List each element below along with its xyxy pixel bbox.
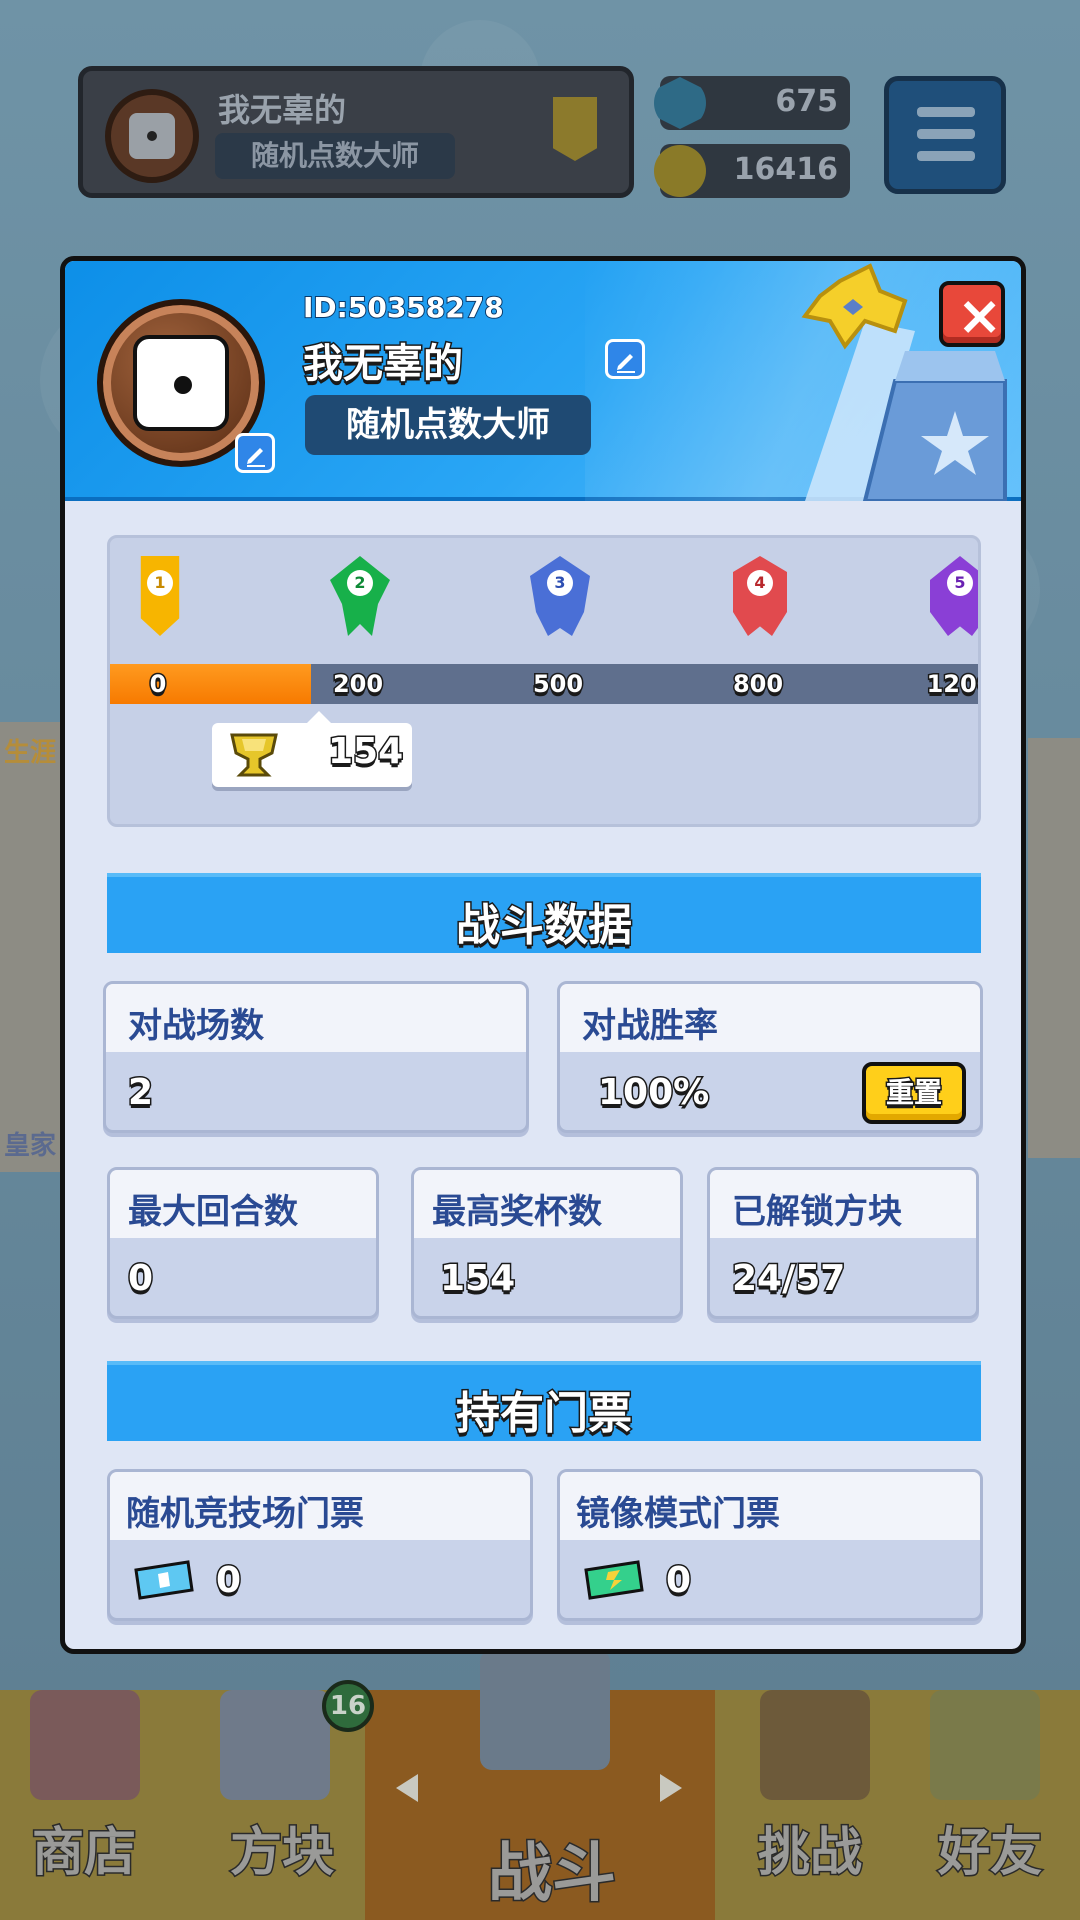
road-tick-200: 200 bbox=[331, 669, 384, 700]
rank-5-ribbon-icon: 5 bbox=[930, 556, 978, 636]
max-rounds-card: 最大回合数 0 bbox=[107, 1167, 379, 1319]
coin-value: 16416 bbox=[733, 152, 838, 187]
close-button[interactable]: × bbox=[939, 281, 1005, 347]
coin-icon bbox=[654, 145, 706, 197]
royal-tab-label: 皇家 bbox=[4, 1131, 57, 1161]
pencil-icon bbox=[617, 354, 635, 373]
unlocked-blocks-label: 已解锁方块 bbox=[732, 1192, 902, 1232]
arena-ticket-label: 随机竞技场门票 bbox=[126, 1494, 364, 1534]
nav-challenge-label[interactable]: 挑战 bbox=[756, 1810, 863, 1885]
arena-ticket-icon bbox=[134, 1560, 194, 1600]
battle-stats-title: 战斗数据 bbox=[455, 899, 634, 953]
pencil-icon bbox=[247, 448, 265, 467]
gem-icon bbox=[654, 77, 706, 129]
block-icon[interactable] bbox=[220, 1690, 330, 1800]
right-side-panel bbox=[1028, 738, 1080, 1158]
top-player-card[interactable]: 我无辜的 随机点数大师 bbox=[78, 66, 634, 198]
battle-stats-header: 战斗数据 bbox=[107, 873, 981, 953]
nav-right-arrow[interactable] bbox=[660, 1774, 682, 1802]
player-id: ID:50358278 bbox=[302, 290, 505, 325]
challenge-icon[interactable] bbox=[760, 1690, 870, 1800]
road-tick-500: 500 bbox=[531, 669, 584, 700]
road-tick-1200: 1200 bbox=[925, 669, 978, 700]
profile-header: ID:50358278 我无辜的 随机点数大师 × bbox=[65, 261, 1021, 501]
arena-ticket-value: 0 bbox=[214, 1559, 242, 1603]
battle-icon[interactable] bbox=[480, 1650, 610, 1770]
max-trophies-label: 最高奖杯数 bbox=[432, 1192, 602, 1232]
road-tick-800: 800 bbox=[731, 669, 784, 700]
mirror-ticket-card: 镜像模式门票 0 bbox=[557, 1469, 983, 1621]
mirror-ticket-icon bbox=[584, 1560, 644, 1600]
edit-avatar-button[interactable] bbox=[235, 433, 275, 473]
arena-ticket-card: 随机竞技场门票 0 bbox=[107, 1469, 533, 1621]
current-trophies-pill: 154 bbox=[212, 711, 412, 787]
gem-counter[interactable]: 675 bbox=[654, 76, 850, 130]
nav-battle-label[interactable]: 战斗 bbox=[487, 1822, 618, 1914]
nav-friends-label[interactable]: 好友 bbox=[936, 1810, 1043, 1885]
player-name: 我无辜的 bbox=[302, 340, 465, 389]
close-icon: × bbox=[957, 284, 1003, 347]
trophy-road: 1 2 3 4 5 0 200 500 800 1200 bbox=[107, 535, 981, 827]
matches-value: 2 bbox=[126, 1071, 154, 1115]
max-rounds-label: 最大回合数 bbox=[128, 1192, 298, 1232]
max-trophies-card: 最高奖杯数 154 bbox=[411, 1167, 683, 1319]
friends-icon[interactable] bbox=[930, 1690, 1040, 1800]
top-avatar bbox=[105, 89, 199, 183]
block-count-badge: 16 bbox=[322, 1680, 374, 1732]
rank-4-ribbon-icon: 4 bbox=[730, 556, 790, 636]
trophy-icon bbox=[230, 733, 278, 777]
top-player-title: 随机点数大师 bbox=[215, 133, 455, 179]
career-tab-label: 生涯 bbox=[4, 738, 57, 768]
mirror-ticket-label: 镜像模式门票 bbox=[576, 1494, 780, 1534]
trophy-progress-bar: 0 200 500 800 1200 bbox=[110, 664, 978, 704]
rank-3-ribbon-icon: 3 bbox=[530, 556, 590, 636]
nav-shop-label[interactable]: 商店 bbox=[30, 1810, 137, 1885]
nav-left-arrow[interactable] bbox=[396, 1774, 418, 1802]
player-title-badge[interactable]: 随机点数大师 bbox=[305, 395, 591, 455]
trophy-progress-fill bbox=[110, 664, 311, 704]
dice-icon bbox=[133, 335, 229, 431]
matches-card: 对战场数 2 bbox=[103, 981, 529, 1133]
coin-counter[interactable]: 16416 bbox=[654, 144, 850, 198]
reset-label: 重置 bbox=[884, 1075, 943, 1111]
road-tick-0: 0 bbox=[148, 669, 168, 700]
shop-icon[interactable] bbox=[30, 1690, 140, 1800]
tickets-title: 持有门票 bbox=[455, 1387, 634, 1441]
winrate-card: 对战胜率 100% 重置 bbox=[557, 981, 983, 1133]
rank-2-ribbon-icon: 2 bbox=[330, 556, 390, 636]
rank-1-ribbon-icon: 1 bbox=[130, 556, 190, 636]
matches-label: 对战场数 bbox=[128, 1006, 264, 1046]
profile-dialog: ID:50358278 我无辜的 随机点数大师 × 1 2 3 4 5 0 20… bbox=[60, 256, 1026, 1654]
rank-ribbon-icon bbox=[553, 97, 597, 161]
winrate-value: 100% bbox=[596, 1071, 710, 1115]
max-rounds-value: 0 bbox=[126, 1257, 154, 1301]
winrate-label: 对战胜率 bbox=[582, 1006, 718, 1046]
top-player-name: 我无辜的 bbox=[218, 91, 347, 129]
nav-blocks-label[interactable]: 方块 bbox=[228, 1810, 335, 1885]
mirror-ticket-value: 0 bbox=[664, 1559, 692, 1603]
max-trophies-value: 154 bbox=[438, 1257, 516, 1301]
current-trophies-value: 154 bbox=[326, 730, 404, 774]
unlocked-blocks-card: 已解锁方块 24/57 bbox=[707, 1167, 979, 1319]
menu-button[interactable] bbox=[884, 76, 1006, 194]
reset-button[interactable]: 重置 bbox=[862, 1062, 966, 1124]
edit-name-button[interactable] bbox=[605, 339, 645, 379]
unlocked-blocks-value: 24/57 bbox=[730, 1257, 846, 1301]
gem-value: 675 bbox=[775, 84, 838, 119]
tickets-header: 持有门票 bbox=[107, 1361, 981, 1441]
